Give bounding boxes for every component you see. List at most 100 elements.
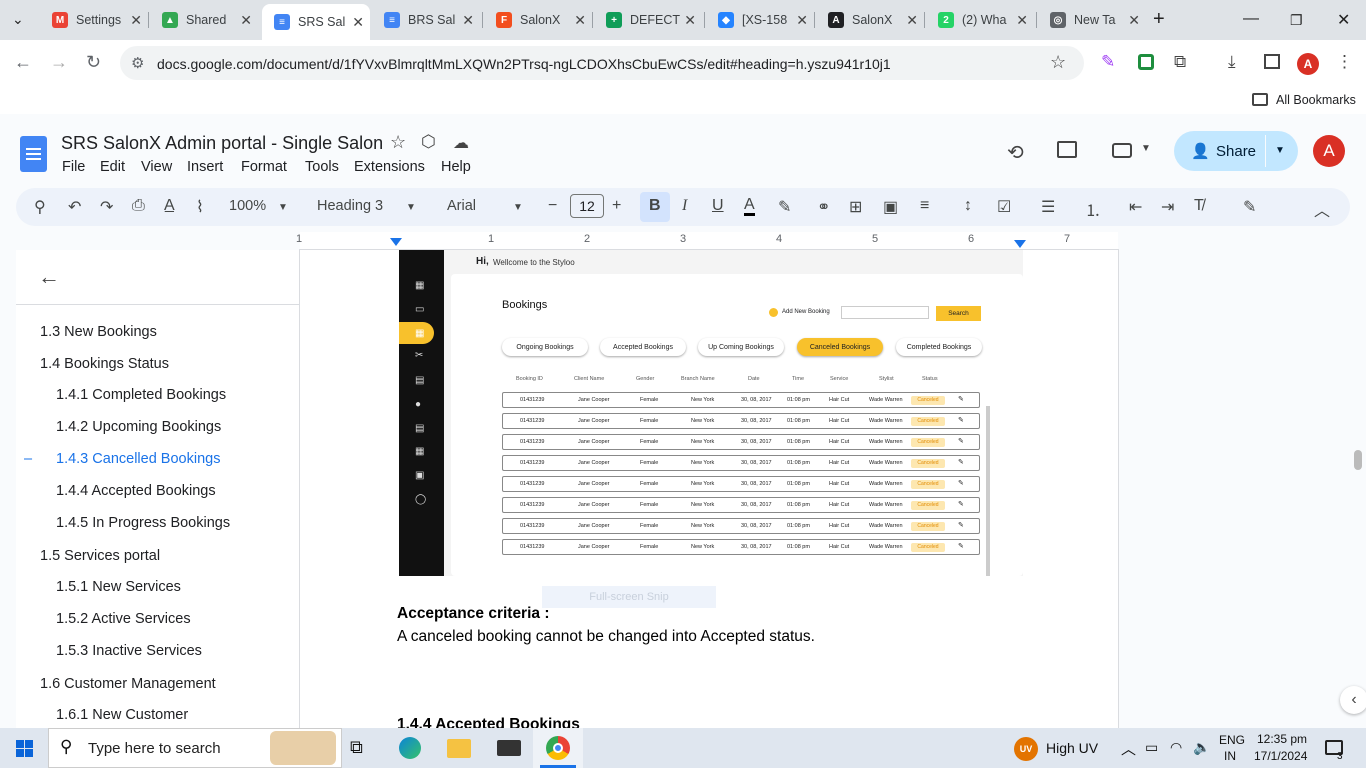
checklist-icon[interactable]: ☑ — [997, 197, 1011, 217]
tab-close-icon[interactable]: ✕ — [240, 12, 252, 29]
collapse-toolbar-icon[interactable]: ︿ — [1314, 197, 1330, 221]
outline-item[interactable]: 1.4.5 In Progress Bookings — [56, 515, 230, 531]
line-spacing-icon[interactable]: ↕ — [964, 197, 972, 215]
acceptance-title[interactable]: Acceptance criteria : — [397, 605, 550, 623]
outline-item[interactable]: 1.5.2 Active Services — [56, 611, 191, 627]
font-size-input[interactable]: 12 — [570, 194, 604, 218]
outline-item[interactable]: 1.6 Customer Management — [40, 676, 216, 692]
account-avatar[interactable]: A — [1313, 135, 1345, 167]
outline-item[interactable]: 1.4.4 Accepted Bookings — [56, 483, 216, 499]
menu-item-view[interactable]: View — [141, 159, 172, 175]
outline-item[interactable]: 1.4.3 Cancelled Bookings — [56, 451, 220, 467]
star-icon[interactable]: ☆ — [390, 132, 406, 153]
insert-image-icon[interactable]: ▣ — [883, 197, 898, 217]
acceptance-body[interactable]: A canceled booking cannot be changed int… — [397, 628, 815, 646]
menu-item-format[interactable]: Format — [241, 159, 287, 175]
italic-icon[interactable]: I — [682, 197, 687, 215]
right-indent-marker[interactable] — [1014, 240, 1026, 248]
profile-avatar[interactable]: A — [1297, 53, 1319, 75]
bookmark-star-icon[interactable]: ☆ — [1050, 52, 1066, 73]
close-window-icon[interactable]: ✕ — [1337, 10, 1350, 30]
tab-close-icon[interactable]: ✕ — [462, 12, 474, 29]
browser-tab[interactable]: ◎ New Ta ✕ — [1038, 6, 1146, 34]
side-panel-icon[interactable] — [1264, 54, 1280, 69]
meet-dropdown-icon[interactable]: ▼ — [1141, 143, 1151, 154]
highlight-icon[interactable]: ✎ — [778, 197, 791, 217]
underline-icon[interactable]: U — [712, 197, 724, 215]
docs-logo-icon[interactable] — [20, 136, 47, 172]
zoom-select[interactable]: 100% — [229, 198, 266, 214]
browser-tab[interactable]: ≡ SRS Sal ✕ — [262, 4, 370, 40]
spellcheck-icon[interactable]: A̲ — [164, 197, 175, 215]
volume-icon[interactable]: 🔈 — [1193, 739, 1210, 756]
side-panel-toggle-icon[interactable]: ‹ — [1340, 686, 1366, 714]
restore-icon[interactable]: ❐ — [1290, 12, 1303, 29]
text-color-icon[interactable]: A — [744, 197, 755, 216]
weather-badge[interactable]: UV — [1014, 737, 1038, 761]
extension-pen-icon[interactable]: ✎ — [1101, 52, 1115, 72]
browser-tab[interactable]: M Settings ✕ — [40, 6, 148, 34]
redo-icon[interactable]: ↷ — [100, 197, 113, 217]
tab-close-icon[interactable]: ✕ — [796, 12, 808, 29]
clock-time[interactable]: 12:35 pm — [1257, 732, 1307, 746]
insert-comment-icon[interactable]: ⊞ — [849, 197, 862, 217]
menu-item-extensions[interactable]: Extensions — [354, 159, 425, 175]
editing-mode-icon[interactable]: ✎ — [1243, 197, 1256, 217]
paint-format-icon[interactable]: ⌇ — [196, 197, 204, 217]
undo-icon[interactable]: ↶ — [68, 197, 81, 217]
tab-close-icon[interactable]: ✕ — [574, 12, 586, 29]
style-select[interactable]: Heading 3 — [317, 198, 383, 214]
bulleted-list-icon[interactable]: ☰ — [1041, 197, 1055, 217]
browser-tab[interactable]: + DEFECT ✕ — [594, 6, 702, 34]
move-icon[interactable]: ⬡ — [421, 132, 436, 152]
tab-close-icon[interactable]: ✕ — [1128, 12, 1140, 29]
file-explorer-icon[interactable] — [447, 739, 471, 758]
outline-item[interactable]: 1.3 New Bookings — [40, 324, 157, 340]
style-dropdown-icon[interactable]: ▼ — [406, 202, 416, 213]
print-icon[interactable]: ⎙ — [132, 197, 145, 215]
menu-item-edit[interactable]: Edit — [100, 159, 125, 175]
link-icon[interactable]: ⚭ — [817, 197, 830, 217]
tab-close-icon[interactable]: ✕ — [1016, 12, 1028, 29]
outline-item[interactable]: 1.4.1 Completed Bookings — [56, 387, 226, 403]
browser-tab[interactable]: F SalonX ✕ — [484, 6, 592, 34]
edge-icon[interactable] — [399, 737, 421, 759]
url-text[interactable]: docs.google.com/document/d/1fYVxvBlmrqlt… — [157, 56, 891, 72]
increase-font-icon[interactable]: + — [612, 197, 621, 215]
comments-icon[interactable] — [1057, 141, 1077, 158]
language-code[interactable]: ENG — [1219, 733, 1245, 747]
all-bookmarks-link[interactable]: All Bookmarks — [1276, 93, 1356, 107]
align-icon[interactable]: ≡ — [920, 197, 929, 215]
tab-close-icon[interactable]: ✕ — [130, 12, 142, 29]
meet-icon[interactable] — [1112, 143, 1132, 158]
new-tab-icon[interactable]: + — [1153, 8, 1165, 31]
mail-icon[interactable] — [497, 740, 521, 756]
zoom-dropdown-icon[interactable]: ▼ — [278, 202, 288, 213]
wifi-icon[interactable]: ◠ — [1170, 739, 1182, 756]
outline-item[interactable]: 1.6.1 New Customer — [56, 707, 188, 723]
extensions-puzzle-icon[interactable]: ⧉ — [1174, 52, 1186, 72]
outline-item[interactable]: 1.4 Bookings Status — [40, 356, 169, 372]
close-outline-icon[interactable]: ← — [38, 264, 60, 290]
share-dropdown-icon[interactable]: ▼ — [1275, 145, 1285, 156]
task-view-icon[interactable]: ⧉ — [350, 737, 363, 758]
browser-tab[interactable]: ◆ [XS-158 ✕ — [706, 6, 814, 34]
tab-close-icon[interactable]: ✕ — [906, 12, 918, 29]
battery-icon[interactable]: ▭ — [1145, 739, 1158, 756]
forward-icon[interactable]: → — [50, 52, 68, 73]
menu-item-insert[interactable]: Insert — [187, 159, 223, 175]
browser-tab[interactable]: A SalonX ✕ — [816, 6, 924, 34]
menu-item-help[interactable]: Help — [441, 159, 471, 175]
clear-formatting-icon[interactable]: T̸ — [1194, 197, 1204, 215]
outline-item[interactable]: 1.5.3 Inactive Services — [56, 643, 202, 659]
windows-start-icon[interactable] — [16, 740, 33, 757]
tray-chevron-icon[interactable]: ︿ — [1121, 738, 1136, 759]
increase-indent-icon[interactable]: ⇥ — [1161, 197, 1174, 217]
font-select[interactable]: Arial — [447, 198, 476, 214]
menu-item-file[interactable]: File — [62, 159, 85, 175]
decrease-font-icon[interactable]: − — [548, 197, 557, 215]
cloud-status-icon[interactable]: ☁ — [453, 133, 469, 153]
weather-text[interactable]: High UV — [1046, 740, 1098, 756]
minimize-icon[interactable]: — — [1243, 10, 1259, 28]
outline-item[interactable]: 1.5.1 New Services — [56, 579, 181, 595]
